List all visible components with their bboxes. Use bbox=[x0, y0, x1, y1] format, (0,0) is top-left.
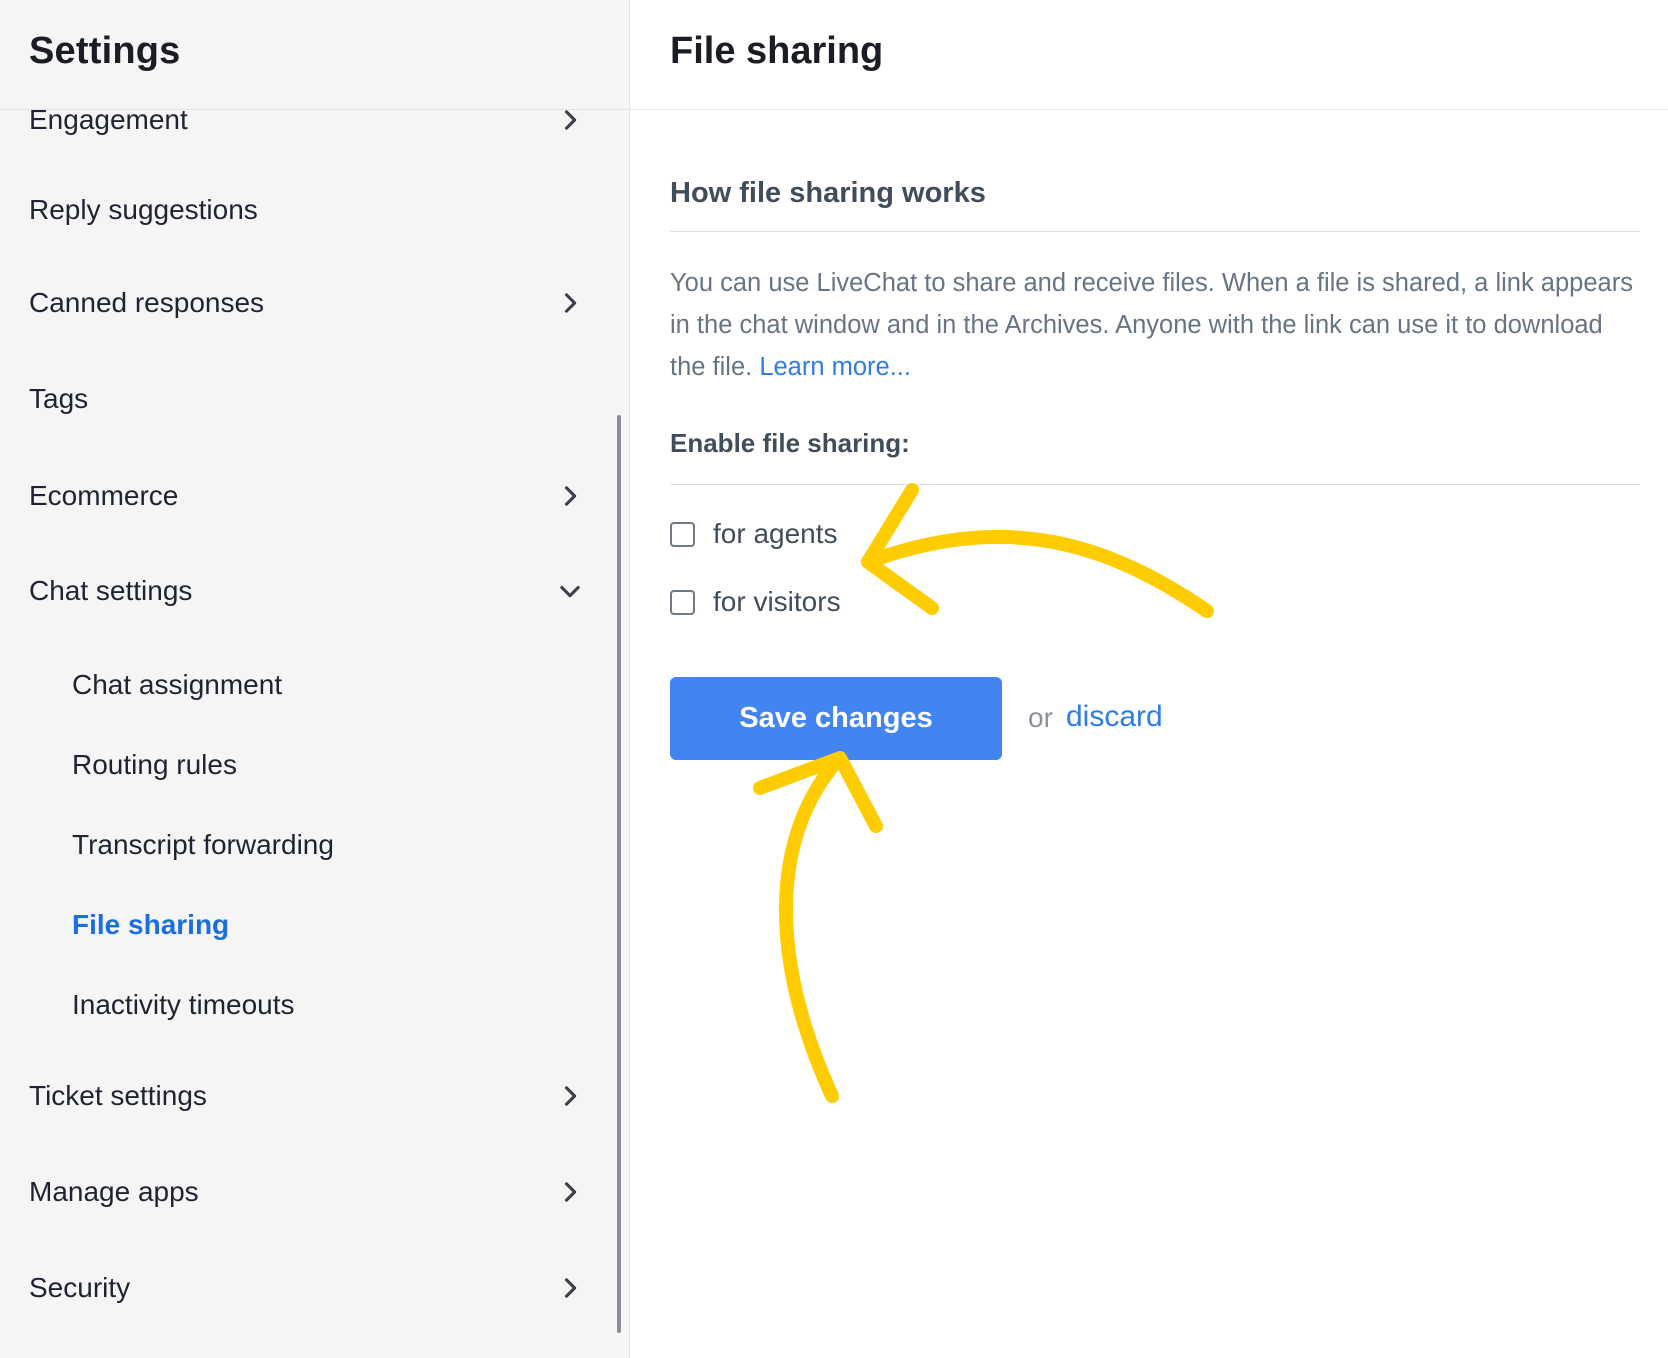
sidebar-item-routing-rules[interactable]: Routing rules bbox=[0, 735, 600, 795]
sidebar-item-label: Ecommerce bbox=[29, 480, 179, 511]
discard-link[interactable]: discard bbox=[1066, 700, 1163, 734]
sidebar-scrollbar[interactable] bbox=[617, 415, 621, 1333]
chevron-right-icon bbox=[552, 285, 588, 321]
for-visitors-label: for visitors bbox=[713, 586, 841, 617]
sidebar-item-ticket-settings[interactable]: Ticket settings bbox=[0, 1066, 600, 1126]
section-title: How file sharing works bbox=[670, 177, 986, 209]
sidebar-item-ecommerce[interactable]: Ecommerce bbox=[0, 466, 600, 526]
sidebar-header: Settings bbox=[0, 0, 629, 110]
for-visitors-option[interactable]: for visitors bbox=[670, 586, 841, 618]
for-agents-option[interactable]: for agents bbox=[670, 518, 838, 550]
or-text: or bbox=[1028, 702, 1053, 733]
enable-file-sharing-label: Enable file sharing: bbox=[670, 428, 910, 458]
save-changes-button[interactable]: Save changes bbox=[670, 677, 1002, 760]
sidebar-item-label: Transcript forwarding bbox=[72, 829, 334, 860]
sidebar-item-label: Security bbox=[29, 1272, 131, 1303]
sidebar-item-tags[interactable]: Tags bbox=[0, 369, 600, 429]
sidebar-item-transcript-forwarding[interactable]: Transcript forwarding bbox=[0, 815, 600, 875]
sidebar-item-canned-responses[interactable]: Canned responses bbox=[0, 273, 600, 333]
sidebar-item-label: Inactivity timeouts bbox=[72, 989, 295, 1020]
sidebar-item-label: Chat settings bbox=[29, 575, 193, 606]
chevron-right-icon bbox=[552, 1270, 588, 1306]
sidebar-item-file-sharing[interactable]: File sharing bbox=[0, 895, 600, 955]
sidebar-item-security[interactable]: Security bbox=[0, 1258, 600, 1318]
for-visitors-checkbox[interactable] bbox=[670, 589, 695, 615]
description-text: You can use LiveChat to share and receiv… bbox=[670, 262, 1645, 388]
sidebar-item-label: Ticket settings bbox=[29, 1080, 207, 1111]
sidebar-item-label: Manage apps bbox=[29, 1176, 199, 1207]
page-title: File sharing bbox=[670, 30, 884, 72]
sidebar-item-reply-suggestions[interactable]: Reply suggestions bbox=[0, 180, 600, 240]
enable-divider bbox=[670, 484, 1640, 485]
sidebar-item-inactivity-timeouts[interactable]: Inactivity timeouts bbox=[0, 975, 600, 1035]
chevron-right-icon bbox=[552, 478, 588, 514]
sidebar-item-label: Routing rules bbox=[72, 749, 237, 780]
main-header: File sharing bbox=[630, 0, 1668, 110]
sidebar-item-chat-settings[interactable]: Chat settings bbox=[0, 561, 600, 621]
sidebar-item-label: File sharing bbox=[72, 909, 230, 940]
for-agents-label: for agents bbox=[713, 518, 838, 549]
section-divider bbox=[670, 231, 1640, 232]
sidebar-item-chat-assignment[interactable]: Chat assignment bbox=[0, 655, 600, 715]
sidebar-item-label: Reply suggestions bbox=[29, 194, 258, 225]
chevron-right-icon bbox=[552, 1078, 588, 1114]
main-panel: File sharing How file sharing works You … bbox=[630, 0, 1668, 1358]
chevron-down-icon bbox=[552, 573, 588, 609]
sidebar-item-label: Canned responses bbox=[29, 287, 265, 318]
sidebar-item-manage-apps[interactable]: Manage apps bbox=[0, 1162, 600, 1222]
chevron-right-icon bbox=[552, 1174, 588, 1210]
settings-sidebar: Settings Engagement Reply suggestions Ca… bbox=[0, 0, 630, 1358]
sidebar-item-label: Tags bbox=[29, 383, 89, 414]
sidebar-title: Settings bbox=[29, 30, 181, 72]
learn-more-link[interactable]: Learn more... bbox=[759, 353, 911, 381]
sidebar-item-label: Chat assignment bbox=[72, 669, 283, 700]
for-agents-checkbox[interactable] bbox=[670, 521, 695, 547]
